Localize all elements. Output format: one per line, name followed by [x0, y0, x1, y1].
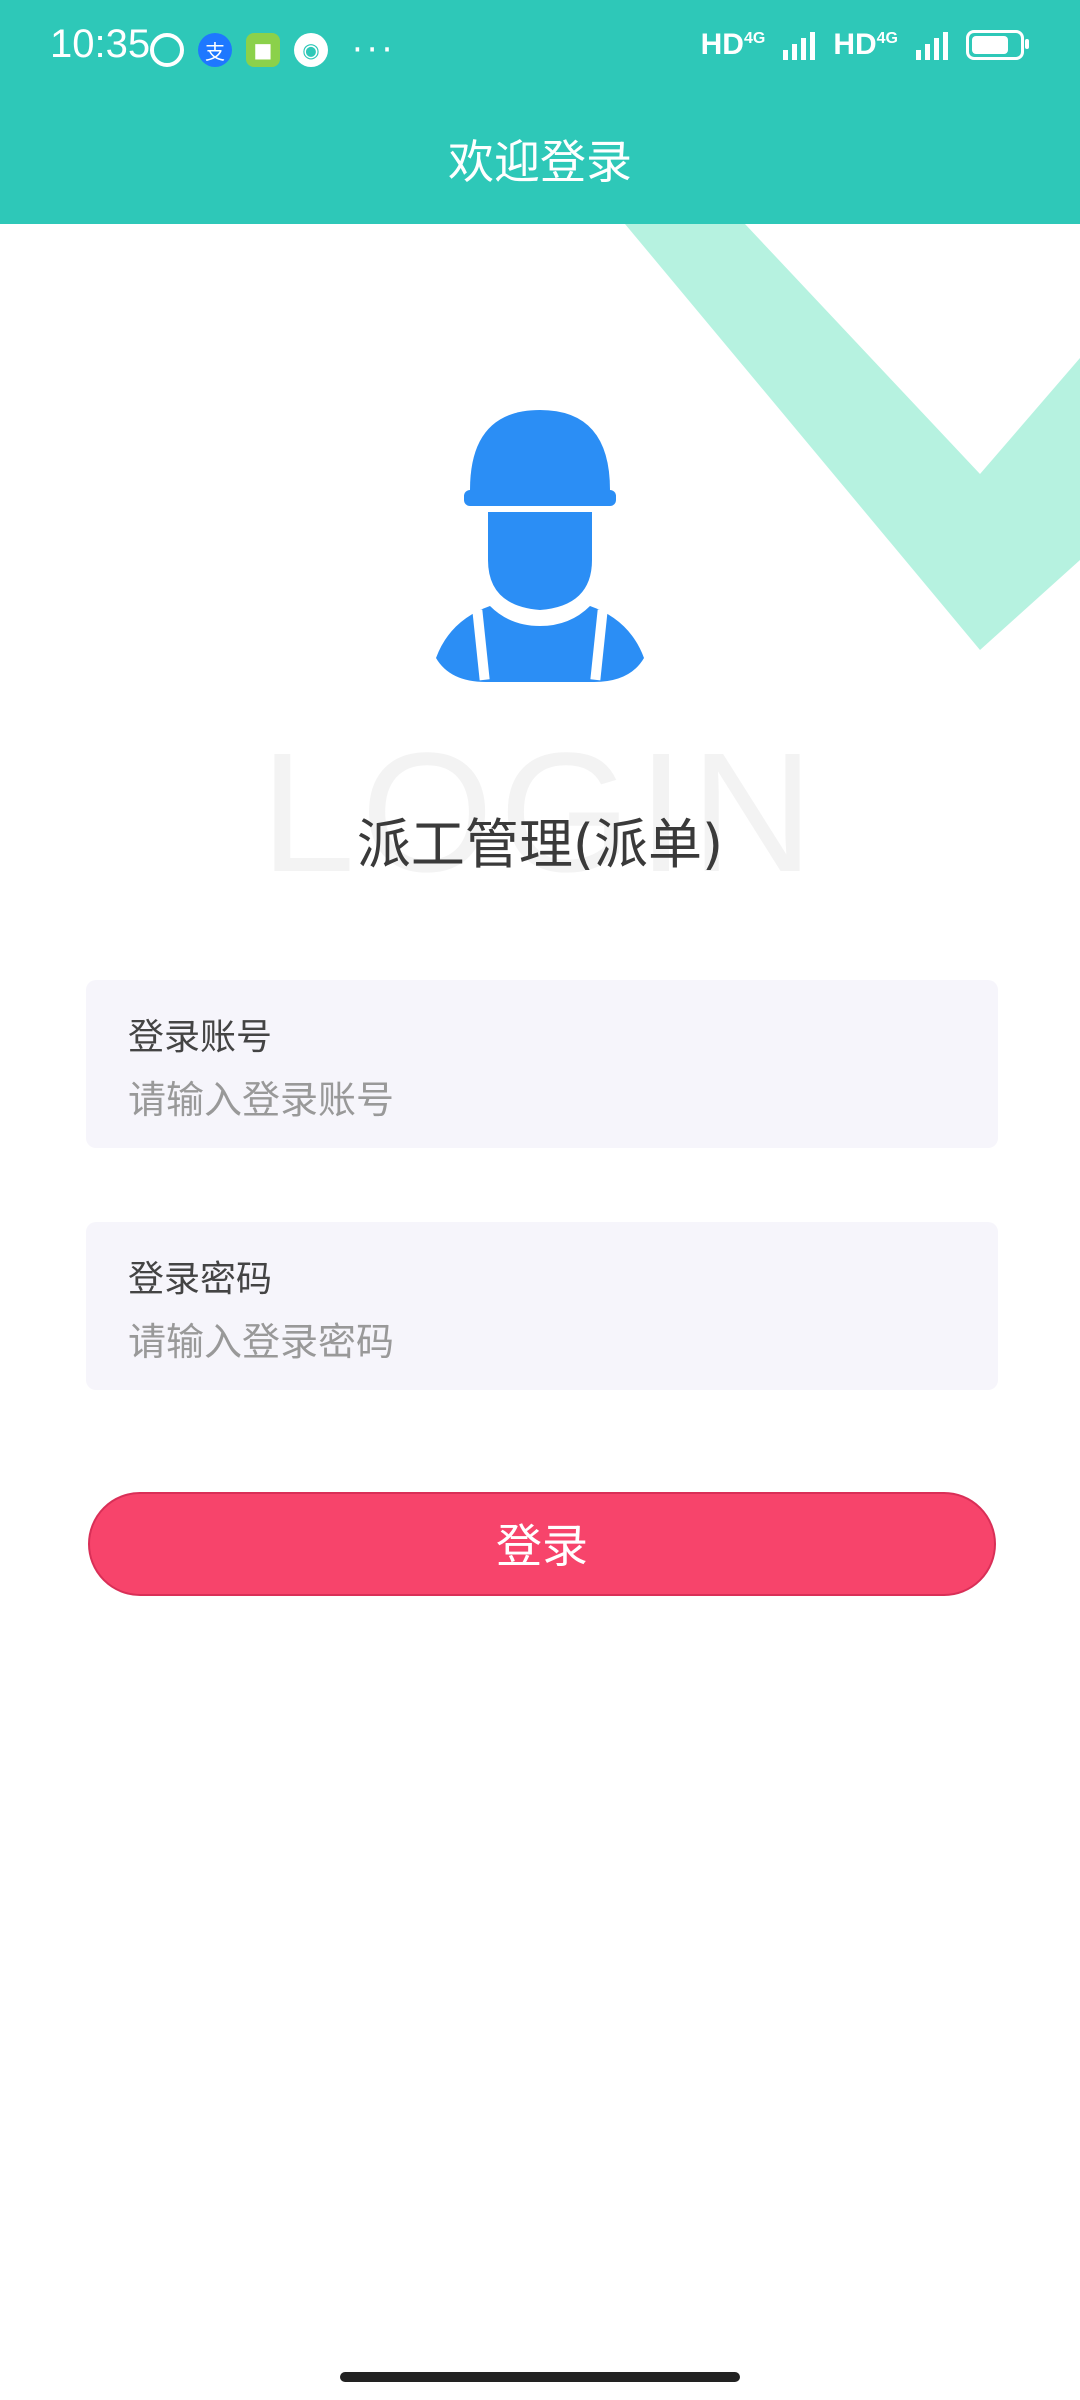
- status-bar: 10:35 支 ■ ◉ ··· HD4G HD4G: [0, 0, 1080, 100]
- account-input[interactable]: [128, 1070, 948, 1130]
- network-label-2: HD4G: [833, 28, 898, 61]
- worker-avatar-icon: [436, 410, 644, 682]
- home-indicator[interactable]: [340, 2372, 740, 2382]
- status-notification-icons: 支 ■ ◉ ···: [150, 30, 396, 70]
- status-indicators: HD4G HD4G: [700, 28, 1029, 62]
- signal-icon: [916, 30, 948, 60]
- app-icon: ■: [246, 33, 280, 67]
- more-notifications-icon: ···: [352, 30, 397, 70]
- alipay-icon: 支: [198, 33, 232, 67]
- app-name: 派工管理(派单): [356, 813, 724, 876]
- header-bar: 欢迎登录: [0, 100, 1080, 224]
- signal-icon: [783, 30, 816, 60]
- account-label: 登录账号: [128, 1017, 273, 1058]
- battery-icon: [966, 30, 1029, 60]
- password-field[interactable]: 登录密码: [86, 1222, 998, 1390]
- password-label: 登录密码: [128, 1259, 273, 1300]
- login-button[interactable]: 登录: [88, 1492, 996, 1596]
- alarm-icon: [150, 33, 184, 67]
- message-icon: ◉: [294, 33, 328, 67]
- status-time: 10:35: [50, 22, 151, 66]
- password-input[interactable]: [128, 1312, 948, 1372]
- network-label-1: HD4G: [700, 28, 766, 61]
- page-title: 欢迎登录: [448, 135, 632, 189]
- account-field[interactable]: 登录账号: [86, 980, 998, 1148]
